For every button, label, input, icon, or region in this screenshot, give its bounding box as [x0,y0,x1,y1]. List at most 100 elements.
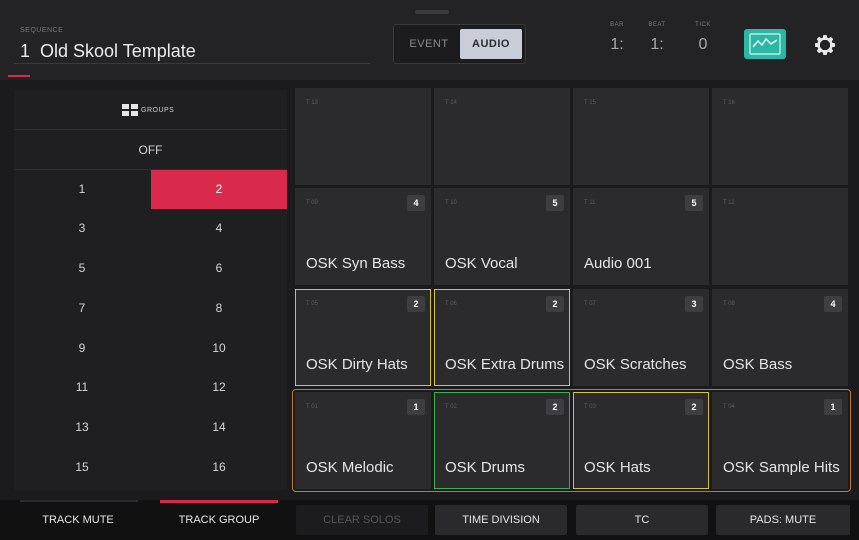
group-badge: 4 [407,195,425,211]
groups-label: GROUPS [141,107,175,114]
track-mute-indicator [20,500,138,502]
group-4-button[interactable]: 4 [151,209,287,248]
group-badge: 1 [824,399,842,415]
track-number: T 02 [445,404,457,410]
group-badge: 3 [685,296,703,312]
group-11-button[interactable]: 11 [14,368,150,407]
sequence-label: SEQUENCE [20,27,64,34]
group-badge: 1 [407,399,425,415]
pads-mute-button[interactable]: PADS: MUTE [716,505,850,535]
track-name: OSK Drums [445,459,526,476]
sequence-name: Old Skool Template [40,41,196,61]
track-number: T 14 [445,100,457,106]
group-2-button[interactable]: 2 [151,170,287,209]
track-number: T 07 [584,301,596,307]
beat-label: BEAT [648,22,666,28]
track-pad[interactable]: T 01 1 OSK Melodic [295,392,431,489]
track-pad[interactable]: T 16 [712,88,848,185]
event-audio-toggle: EVENT AUDIO [393,24,526,64]
tick-value: 0 [698,36,708,53]
settings-button[interactable] [812,32,838,58]
group-badge: 5 [546,195,564,211]
group-13-button[interactable]: 13 [14,408,150,447]
track-name: OSK Dirty Hats [306,356,408,373]
header-bar: SEQUENCE 1 Old Skool Template EVENT AUDIO… [0,0,859,80]
waveform-button[interactable] [744,29,786,59]
group-9-button[interactable]: 9 [14,329,150,368]
groups-header[interactable]: GROUPS [14,90,287,130]
track-pad[interactable]: T 12 [712,188,848,285]
track-pad[interactable]: T 05 2 OSK Dirty Hats [295,289,431,386]
track-pad[interactable]: T 10 5 OSK Vocal [434,188,570,285]
time-division-button[interactable]: TIME DIVISION [435,505,567,535]
track-name: OSK Vocal [445,255,518,272]
track-number: T 01 [306,404,318,410]
bar-label: BAR [610,22,624,28]
sequence-underline [14,63,370,64]
group-10-button[interactable]: 10 [151,329,287,368]
track-pad[interactable]: T 07 3 OSK Scratches [573,289,709,386]
audio-mode-button[interactable]: AUDIO [460,29,522,59]
track-pad[interactable]: T 02 2 OSK Drums [434,392,570,489]
groups-panel: GROUPS OFF 1 2 3 4 5 6 7 8 9 10 11 12 13… [14,90,287,490]
group-1-button[interactable]: 1 [14,170,150,209]
track-number: T 06 [445,301,457,307]
gear-icon [815,35,835,55]
group-badge: 2 [685,399,703,415]
waveform-icon [749,33,781,55]
track-pad[interactable]: T 11 5 Audio 001 [573,188,709,285]
track-number: T 15 [584,100,596,106]
group-14-button[interactable]: 14 [151,408,287,447]
sequence-accent-line [8,75,30,77]
track-number: T 08 [723,301,735,307]
track-number: T 13 [306,100,318,106]
track-number: T 11 [584,200,596,206]
group-8-button[interactable]: 8 [151,289,287,328]
group-15-button[interactable]: 15 [14,448,150,487]
track-name: OSK Melodic [306,459,394,476]
group-12-button[interactable]: 12 [151,368,287,407]
track-pad[interactable]: T 08 4 OSK Bass [712,289,848,386]
track-group-indicator [160,500,278,503]
beat-value: 1: [650,36,664,53]
track-pad[interactable]: T 15 [573,88,709,185]
beat-counter[interactable]: BEAT 1: [644,22,670,54]
track-pad[interactable]: T 09 4 OSK Syn Bass [295,188,431,285]
track-group-button[interactable]: TRACK GROUP [151,505,287,535]
track-mute-button[interactable]: TRACK MUTE [10,505,146,535]
track-name: Audio 001 [584,255,652,272]
tc-button[interactable]: TC [576,505,708,535]
track-pad[interactable]: T 06 2 OSK Extra Drums [434,289,570,386]
track-name: OSK Sample Hits [723,459,840,476]
track-pad[interactable]: T 04 1 OSK Sample Hits [712,392,848,489]
sequence-selector[interactable]: 1 Old Skool Template [20,41,196,62]
track-pad[interactable]: T 03 2 OSK Hats [573,392,709,489]
group-16-button[interactable]: 16 [151,448,287,487]
bar-counter[interactable]: BAR 1: [604,22,630,54]
track-pad[interactable]: T 14 [434,88,570,185]
group-3-button[interactable]: 3 [14,209,150,248]
track-number: T 12 [723,200,735,206]
group-7-button[interactable]: 7 [14,289,150,328]
track-pad[interactable]: T 13 [295,88,431,185]
mode-toggle-handle [415,10,449,14]
group-badge: 2 [546,399,564,415]
event-mode-button[interactable]: EVENT [398,29,460,59]
track-number: T 03 [584,404,596,410]
track-name: OSK Bass [723,356,793,373]
group-badge: 2 [407,296,425,312]
group-badge: 4 [824,296,842,312]
group-off-button[interactable]: OFF [14,130,287,170]
track-name: OSK Hats [584,459,651,476]
grid-icon [122,104,138,116]
group-5-button[interactable]: 5 [14,249,150,288]
group-badge: 2 [546,296,564,312]
clear-solos-button[interactable]: CLEAR SOLOS [296,505,428,535]
track-name: OSK Scratches [584,356,687,373]
track-name: OSK Syn Bass [306,255,406,272]
track-name: OSK Extra Drums [445,356,565,373]
tick-counter[interactable]: TICK 0 [690,22,716,54]
track-number: T 10 [445,200,457,206]
sequence-number: 1 [20,41,31,61]
group-6-button[interactable]: 6 [151,249,287,288]
